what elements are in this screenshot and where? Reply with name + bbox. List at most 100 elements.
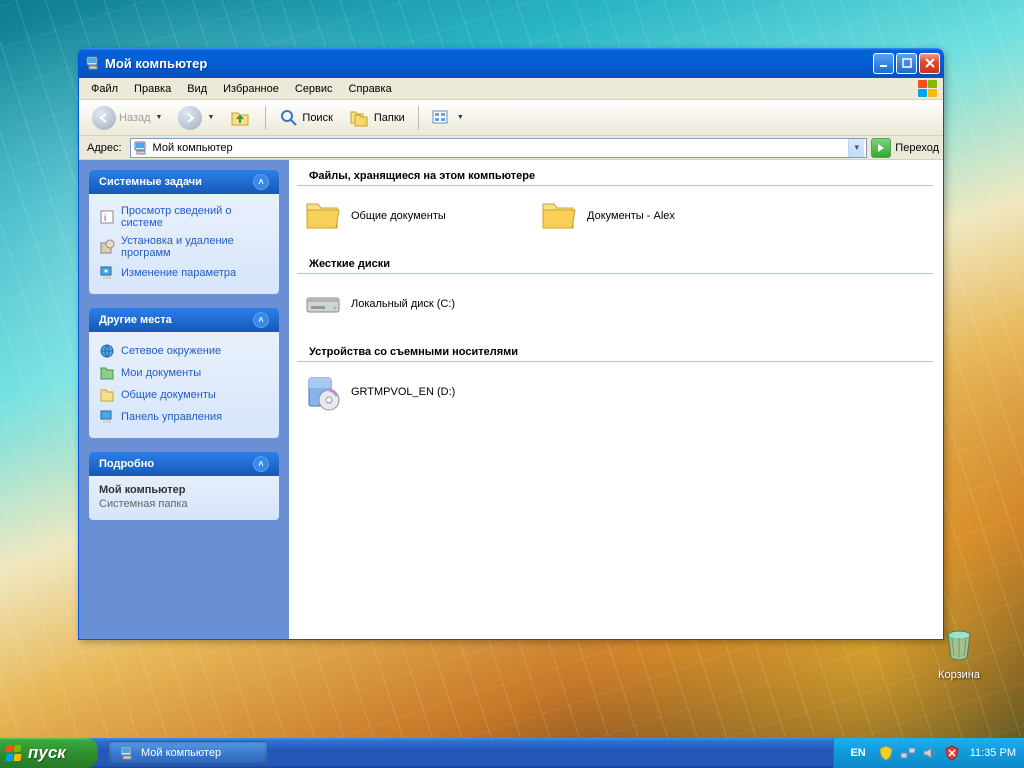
- task-change-setting[interactable]: Изменение параметра: [99, 262, 269, 284]
- control-panel-icon: [99, 265, 115, 281]
- clock[interactable]: 11:35 PM: [966, 747, 1016, 759]
- folder-icon: [99, 387, 115, 403]
- item-label: GRTMPVOL_EN (D:): [351, 385, 455, 399]
- menu-file[interactable]: Файл: [83, 80, 126, 98]
- cd-drive-icon: [303, 372, 343, 412]
- menu-view[interactable]: Вид: [179, 80, 215, 98]
- forward-button[interactable]: ▼: [171, 102, 221, 134]
- task-label: Просмотр сведений о системе: [121, 205, 269, 229]
- back-arrow-icon: [92, 106, 116, 130]
- item-label: Локальный диск (C:): [351, 297, 455, 311]
- item-cd-drive-d[interactable]: GRTMPVOL_EN (D:): [301, 370, 529, 414]
- panel-title: Подробно: [99, 458, 154, 470]
- explorer-window: Мой компьютер Файл Правка Вид Избранное …: [78, 48, 944, 640]
- views-button[interactable]: ▼: [425, 105, 471, 131]
- go-label: Переход: [895, 142, 939, 154]
- panel-title: Системные задачи: [99, 176, 202, 188]
- go-button[interactable]: [871, 138, 891, 158]
- other-places-header[interactable]: Другие места ˄: [89, 308, 279, 332]
- svg-text:i: i: [104, 213, 106, 224]
- documents-icon: [99, 365, 115, 381]
- folders-label: Папки: [374, 112, 405, 124]
- item-local-disk-c[interactable]: Локальный диск (C:): [301, 282, 529, 326]
- details-header[interactable]: Подробно ˄: [89, 452, 279, 476]
- toolbar-separator: [265, 106, 266, 130]
- content-pane: Файлы, хранящиеся на этом компьютере Общ…: [289, 160, 943, 639]
- menu-help[interactable]: Справка: [341, 80, 400, 98]
- taskbar-item-my-computer[interactable]: Мой компьютер: [108, 741, 268, 765]
- item-shared-documents[interactable]: Общие документы: [301, 194, 529, 238]
- address-value: Мой компьютер: [149, 142, 849, 154]
- back-label: Назад: [119, 112, 151, 124]
- menu-favorites[interactable]: Избранное: [215, 80, 287, 98]
- place-my-documents[interactable]: Мои документы: [99, 362, 269, 384]
- place-network[interactable]: Сетевое окружение: [99, 340, 269, 362]
- task-view-system-info[interactable]: i Просмотр сведений о системе: [99, 202, 269, 232]
- other-places-panel: Другие места ˄ Сетевое окружение Мои док…: [89, 308, 279, 438]
- folders-button[interactable]: Папки: [342, 104, 412, 132]
- details-panel: Подробно ˄ Мой компьютер Системная папка: [89, 452, 279, 520]
- network-icon: [99, 343, 115, 359]
- details-name: Мой компьютер: [99, 484, 269, 496]
- chevron-down-icon: ▼: [457, 114, 464, 121]
- tray-shield-icon[interactable]: [878, 745, 894, 761]
- address-dropdown-button[interactable]: ▼: [848, 139, 864, 157]
- address-label: Адрес:: [83, 142, 126, 154]
- chevron-up-icon: ˄: [253, 174, 269, 190]
- start-button[interactable]: пуск: [0, 738, 98, 768]
- computer-icon: [133, 140, 149, 156]
- place-label: Сетевое окружение: [121, 345, 221, 357]
- taskbar-item-label: Мой компьютер: [141, 747, 221, 759]
- recycle-bin-icon: [941, 628, 977, 664]
- minimize-button[interactable]: [873, 53, 894, 74]
- place-label: Общие документы: [121, 389, 216, 401]
- views-icon: [432, 109, 452, 127]
- hdd-icon: [303, 284, 343, 324]
- desktop-icon-label: Корзина: [924, 669, 994, 681]
- place-shared-documents[interactable]: Общие документы: [99, 384, 269, 406]
- item-user-documents[interactable]: Документы - Alex: [537, 194, 765, 238]
- address-bar: Адрес: Мой компьютер ▼ Переход: [79, 136, 943, 160]
- tray-network-icon[interactable]: [900, 745, 916, 761]
- group-header-removable: Устройства со съемными носителями: [297, 340, 933, 362]
- language-indicator[interactable]: EN: [844, 747, 871, 759]
- back-button[interactable]: Назад ▼: [85, 102, 169, 134]
- system-tasks-header[interactable]: Системные задачи ˄: [89, 170, 279, 194]
- item-label: Документы - Alex: [587, 209, 675, 223]
- folder-icon: [303, 196, 343, 236]
- folder-up-icon: [230, 107, 252, 129]
- details-type: Системная папка: [99, 498, 269, 510]
- up-button[interactable]: [223, 103, 259, 133]
- place-label: Мои документы: [121, 367, 201, 379]
- folders-icon: [349, 108, 371, 128]
- system-tasks-panel: Системные задачи ˄ i Просмотр сведений о…: [89, 170, 279, 294]
- task-add-remove-programs[interactable]: Установка и удаление программ: [99, 232, 269, 262]
- maximize-button[interactable]: [896, 53, 917, 74]
- go-arrow-icon: [875, 142, 887, 154]
- menu-edit[interactable]: Правка: [126, 80, 179, 98]
- place-control-panel[interactable]: Панель управления: [99, 406, 269, 428]
- folder-icon: [539, 196, 579, 236]
- chevron-up-icon: ˄: [253, 456, 269, 472]
- computer-icon: [85, 55, 101, 71]
- forward-arrow-icon: [178, 106, 202, 130]
- programs-icon: [99, 239, 115, 255]
- address-input[interactable]: Мой компьютер ▼: [130, 138, 868, 158]
- search-icon: [279, 108, 299, 128]
- close-button[interactable]: [919, 53, 940, 74]
- task-label: Установка и удаление программ: [121, 235, 269, 259]
- menu-tools[interactable]: Сервис: [287, 80, 341, 98]
- panel-title: Другие места: [99, 314, 172, 326]
- info-icon: i: [99, 209, 115, 225]
- windows-logo-icon: [917, 80, 939, 98]
- system-tray: EN 11:35 PM: [833, 738, 1024, 768]
- search-button[interactable]: Поиск: [272, 104, 339, 132]
- tray-security-icon[interactable]: [944, 745, 960, 761]
- chevron-down-icon: ▼: [207, 114, 214, 121]
- place-label: Панель управления: [121, 411, 222, 423]
- task-label: Изменение параметра: [121, 267, 236, 279]
- titlebar[interactable]: Мой компьютер: [79, 48, 943, 78]
- tray-volume-icon[interactable]: [922, 745, 938, 761]
- chevron-up-icon: ˄: [253, 312, 269, 328]
- windows-logo-icon: [6, 745, 24, 761]
